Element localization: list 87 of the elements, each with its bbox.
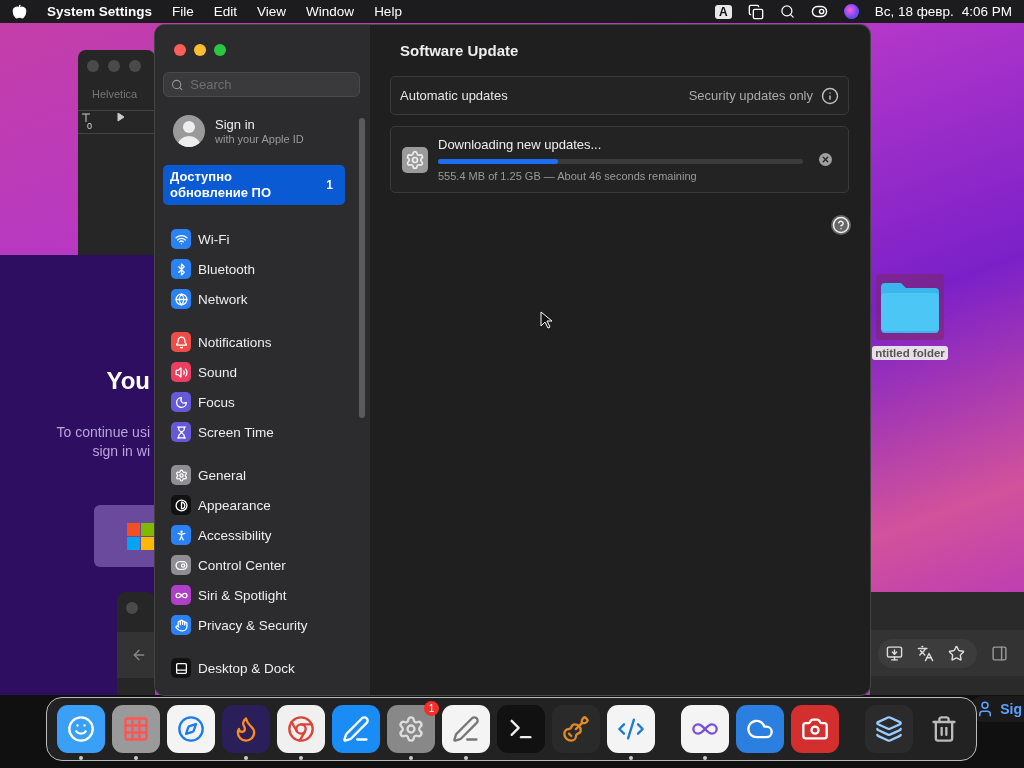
folder-icon[interactable] — [876, 274, 944, 340]
help-button[interactable] — [831, 215, 851, 235]
menu-time[interactable]: 4:06 PM — [961, 4, 1012, 19]
text-editor-icon[interactable] — [442, 704, 490, 753]
running-indicator — [244, 755, 248, 760]
menu-item[interactable]: Window — [306, 4, 355, 19]
menu-date[interactable]: Вс, 18 февр. — [874, 4, 954, 19]
camera-icon[interactable] — [791, 704, 839, 753]
menu-item[interactable]: View — [257, 4, 287, 19]
sidebar-item[interactable]: Desktop & Dock — [155, 653, 370, 683]
terminal-icon[interactable] — [497, 704, 545, 753]
search-icon — [171, 77, 184, 92]
control-center-icon[interactable] — [810, 3, 828, 20]
folder-label[interactable]: ntitled folder — [872, 346, 948, 360]
sidebar-item[interactable]: Sound — [155, 357, 370, 387]
sidebar-item[interactable]: Accessibility — [155, 520, 370, 550]
row-label: Automatic updates — [400, 88, 508, 103]
sign-in-text: To continue usi — [56, 423, 150, 442]
app-grid-icon[interactable] — [112, 704, 160, 753]
running-indicator — [409, 755, 413, 760]
cancel-button[interactable] — [819, 153, 832, 166]
running-indicator — [464, 755, 468, 760]
install-icon[interactable] — [886, 644, 903, 662]
translate-icon[interactable] — [917, 644, 934, 662]
avatar-icon[interactable] — [173, 115, 205, 147]
settings-icon[interactable] — [387, 704, 435, 753]
sidebar-item[interactable]: Appearance — [155, 490, 370, 520]
cursor-icon — [540, 311, 552, 329]
info-icon[interactable] — [821, 86, 839, 105]
scrollbar[interactable] — [359, 118, 365, 418]
sidebar-item[interactable]: Screen Time — [155, 417, 370, 447]
star-icon[interactable] — [948, 644, 965, 662]
smiling-face-icon[interactable] — [57, 704, 105, 753]
zoom-button[interactable] — [214, 44, 226, 56]
four-squares-icon — [127, 522, 154, 550]
search-icon[interactable] — [779, 4, 795, 19]
compass-icon[interactable] — [167, 704, 215, 753]
menu-item[interactable]: File — [172, 4, 194, 19]
menu-item[interactable]: Edit — [213, 4, 238, 19]
sidebar-item[interactable]: Focus — [155, 387, 370, 417]
close-icon — [821, 155, 830, 164]
download-status: Downloading new updates... — [438, 137, 603, 152]
sidebar-item[interactable]: Siri & Spotlight — [155, 580, 370, 610]
sidebar-item[interactable]: Wi-Fi — [155, 224, 370, 254]
running-indicator — [703, 755, 707, 760]
running-indicator — [629, 755, 633, 760]
sidebar-item[interactable]: Privacy & Security — [155, 610, 370, 640]
sign-in-button[interactable] — [94, 505, 155, 567]
running-indicator — [299, 755, 303, 760]
sidebar-item[interactable]: Notifications — [155, 327, 370, 357]
browser-icon[interactable] — [277, 704, 325, 753]
update-count: 1 — [326, 177, 333, 193]
pane-title: Software Update — [400, 42, 520, 59]
settings-icon — [402, 146, 428, 173]
sidebar-item[interactable]: Control Center — [155, 550, 370, 580]
running-indicator — [79, 755, 83, 760]
running-indicator — [134, 755, 138, 760]
code-editor-icon[interactable] — [607, 704, 655, 753]
account-button[interactable]: Sig — [970, 696, 1024, 722]
back-icon[interactable] — [131, 647, 147, 663]
account-subtitle: with your Apple ID — [215, 133, 304, 145]
apple-menu-icon[interactable] — [12, 4, 27, 19]
windows-icon[interactable] — [747, 3, 764, 20]
folder-stack-icon[interactable] — [865, 704, 913, 753]
close-button[interactable] — [174, 44, 186, 56]
side-panel-icon[interactable] — [991, 644, 1008, 662]
sidebar-item[interactable]: Доступно обновление ПО 1 — [163, 165, 345, 205]
app-menu[interactable]: System Settings — [47, 4, 153, 19]
weather-icon[interactable] — [736, 704, 784, 753]
sidebar-item[interactable]: Network — [155, 284, 370, 314]
orb-icon[interactable] — [843, 4, 859, 19]
notification-badge: 1 — [424, 700, 439, 716]
sign-in-text: sign in wi — [92, 442, 150, 461]
download-detail: 555.4 MB of 1.25 GB — About 46 seconds remaining — [438, 170, 698, 182]
guitar-icon[interactable] — [552, 704, 600, 753]
sign-in-heading: You — [106, 367, 150, 395]
minimize-button[interactable] — [194, 44, 206, 56]
sidebar-item[interactable]: General — [155, 460, 370, 490]
account-title[interactable]: Sign in — [215, 117, 304, 132]
flame-icon[interactable] — [222, 704, 270, 753]
ruler-number: 0 — [87, 121, 92, 131]
ide-icon[interactable] — [681, 704, 729, 753]
row-value: Security updates only — [688, 88, 813, 103]
sidebar-item[interactable]: Bluetooth — [155, 254, 370, 284]
input-source-indicator[interactable]: A — [714, 4, 732, 19]
menu-item[interactable]: Help — [374, 4, 402, 19]
font-name: Helvetica — [91, 87, 139, 100]
